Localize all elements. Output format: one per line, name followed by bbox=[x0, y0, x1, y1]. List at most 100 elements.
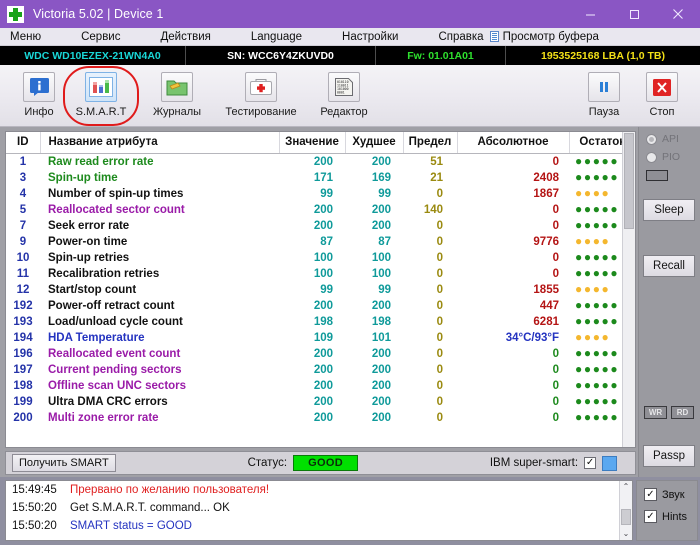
health-dots: ●●●●● bbox=[575, 410, 620, 424]
cell-id: 4 bbox=[19, 188, 27, 200]
table-row[interactable]: 4 Number of spin-up times 99 99 0 1867 ●●●● bbox=[6, 186, 635, 202]
wr-button[interactable]: WR bbox=[644, 406, 667, 419]
toolbar-button-editor[interactable]: 010110 110011 101000 0001 Редактор bbox=[310, 70, 378, 124]
cell-absolute: 0 bbox=[552, 380, 559, 392]
cell-attribute-name: Power-off retract count bbox=[48, 300, 175, 312]
table-row[interactable]: 9 Power-on time 87 87 0 9776 ●●●● bbox=[6, 234, 635, 250]
table-row[interactable]: 10 Spin-up retries 100 100 0 0 ●●●●● bbox=[6, 250, 635, 266]
smart-attributes-table: ID Название атрибута Значение Худшее Пре… bbox=[6, 132, 635, 426]
cell-limit: 0 bbox=[436, 348, 443, 360]
header-id[interactable]: ID bbox=[6, 132, 41, 154]
hints-checkbox[interactable]: ✓ bbox=[644, 510, 657, 523]
pio-radio-button[interactable] bbox=[646, 151, 657, 163]
header-name[interactable]: Название атрибута bbox=[40, 132, 280, 154]
log-scrollbar-thumb[interactable] bbox=[621, 509, 631, 525]
drive-info-bar: WDC WD10EZEX-21WN4A0 SN: WCC6Y4ZKUVD0 Fw… bbox=[0, 46, 700, 65]
toolbar-button-testing[interactable]: Тестирование bbox=[220, 70, 302, 124]
table-row[interactable]: 200 Multi zone error rate 200 200 0 0 ●●●●● bbox=[6, 410, 635, 426]
maximize-button[interactable] bbox=[612, 0, 656, 28]
table-row[interactable]: 5 Reallocated sector count 200 200 140 0 ●●●●● bbox=[6, 202, 635, 218]
log-scroll-down-icon[interactable]: ⌄ bbox=[623, 528, 630, 540]
cell-value: 200 bbox=[313, 348, 333, 360]
minimize-button[interactable] bbox=[568, 0, 612, 28]
close-button[interactable] bbox=[656, 0, 700, 28]
table-row[interactable]: 194 HDA Temperature 109 101 0 34°C/93°F ●●●● bbox=[6, 330, 635, 346]
window-title: Victoria 5.02 | Device 1 bbox=[33, 7, 164, 21]
cell-absolute: 0 bbox=[552, 364, 559, 376]
cell-limit: 0 bbox=[436, 332, 443, 344]
toolbar-label-stop: Стоп bbox=[649, 106, 675, 118]
menu-item-language[interactable]: Language bbox=[245, 31, 308, 43]
cell-attribute-name: Offline scan UNC sectors bbox=[48, 380, 187, 392]
table-row[interactable]: 12 Start/stop count 99 99 0 1855 ●●●● bbox=[6, 282, 635, 298]
cell-value: 99 bbox=[320, 188, 333, 200]
table-row[interactable]: 3 Spin-up time 171 169 21 2408 ●●●●● bbox=[6, 170, 635, 186]
recall-button[interactable]: Recall bbox=[643, 255, 695, 277]
buffer-view-button[interactable]: Просмотр буфера bbox=[489, 31, 607, 43]
cell-worst: 200 bbox=[371, 412, 391, 424]
cell-absolute: 0 bbox=[552, 396, 559, 408]
table-row[interactable]: 7 Seek error rate 200 200 0 0 ●●●●● bbox=[6, 218, 635, 234]
drive-capacity: 1953525168 LBA (1,0 TB) bbox=[541, 49, 665, 62]
cell-attribute-name: Seek error rate bbox=[48, 220, 130, 232]
table-row[interactable]: 193 Load/unload cycle count 198 198 0 6281 ●●●… bbox=[6, 314, 635, 330]
toolbar-button-logs[interactable]: Журналы bbox=[146, 70, 208, 124]
menu-item-help[interactable]: Справка bbox=[432, 31, 489, 43]
table-row[interactable]: 1 Raw read error rate 200 200 51 0 ●●●●● bbox=[6, 154, 635, 171]
cell-id: 7 bbox=[19, 220, 27, 232]
folder-pencil-icon bbox=[161, 72, 193, 102]
toolbar-button-smart[interactable]: S.M.A.R.T bbox=[63, 66, 139, 126]
header-absolute[interactable]: Абсолютное bbox=[457, 132, 570, 154]
hints-label: Hints bbox=[662, 510, 688, 523]
table-scrollbar[interactable] bbox=[622, 132, 635, 447]
log-message: Прервано по желанию пользователя! bbox=[70, 484, 270, 496]
menu-item-settings[interactable]: Настройки bbox=[336, 31, 404, 43]
header-value[interactable]: Значение bbox=[279, 132, 346, 154]
table-row[interactable]: 192 Power-off retract count 200 200 0 447 ●●●●… bbox=[6, 298, 635, 314]
log-scrollbar[interactable]: ⌃ ⌄ bbox=[619, 481, 632, 540]
cell-id: 1 bbox=[19, 156, 27, 168]
menu-item-actions[interactable]: Действия bbox=[154, 31, 216, 43]
hints-option-row[interactable]: ✓ Hints bbox=[644, 510, 697, 523]
sleep-button[interactable]: Sleep bbox=[643, 199, 695, 221]
green-cross-icon bbox=[7, 5, 24, 23]
cell-worst: 169 bbox=[371, 172, 391, 184]
sound-option-row[interactable]: ✓ Звук bbox=[644, 488, 697, 501]
toolbar-button-stop[interactable]: Стоп bbox=[634, 70, 690, 124]
get-smart-button[interactable]: Получить SMART bbox=[12, 454, 116, 472]
table-row[interactable]: 11 Recalibration retries 100 100 0 0 ●●●●● bbox=[6, 266, 635, 282]
cell-absolute: 0 bbox=[552, 268, 559, 280]
api-radio-button[interactable] bbox=[646, 133, 657, 145]
menu-item-menu[interactable]: Меню bbox=[4, 31, 47, 43]
buffer-list-icon bbox=[489, 31, 499, 42]
cell-attribute-name: Ultra DMA CRC errors bbox=[48, 396, 168, 408]
table-scrollbar-thumb[interactable] bbox=[624, 133, 634, 229]
table-row[interactable]: 197 Current pending sectors 200 200 0 0 ●●●●● bbox=[6, 362, 635, 378]
cell-value: 200 bbox=[313, 380, 333, 392]
sound-checkbox[interactable]: ✓ bbox=[644, 488, 657, 501]
health-dots: ●●●● bbox=[575, 330, 611, 344]
cell-limit: 0 bbox=[436, 364, 443, 376]
pause-icon bbox=[588, 72, 620, 102]
cell-limit: 0 bbox=[436, 252, 443, 264]
cell-attribute-name: Reallocated sector count bbox=[48, 204, 185, 216]
radio-option-pio[interactable]: PIO bbox=[643, 151, 695, 163]
cell-worst: 200 bbox=[371, 204, 391, 216]
toolbar-button-info[interactable]: Инфо bbox=[8, 70, 70, 124]
content-column: ID Название атрибута Значение Худшее Пре… bbox=[0, 127, 638, 477]
health-dots: ●●●●● bbox=[575, 170, 620, 184]
table-row[interactable]: 199 Ultra DMA CRC errors 200 200 0 0 ●●●●● bbox=[6, 394, 635, 410]
log-scroll-up-icon[interactable]: ⌃ bbox=[623, 481, 630, 493]
header-limit[interactable]: Предел bbox=[403, 132, 458, 154]
table-row[interactable]: 198 Offline scan UNC sectors 200 200 0 0 ●●●●● bbox=[6, 378, 635, 394]
log-output-box[interactable]: 15:49:45 Прервано по желанию пользователя… bbox=[5, 480, 633, 541]
header-worst[interactable]: Худшее bbox=[345, 132, 404, 154]
rd-button[interactable]: RD bbox=[671, 406, 694, 419]
radio-option-api[interactable]: API bbox=[643, 133, 695, 145]
ibm-super-smart-checkbox[interactable]: ✓ bbox=[584, 457, 597, 469]
toolbar-button-pause[interactable]: Пауза bbox=[576, 70, 632, 124]
passport-button[interactable]: Passp bbox=[643, 445, 695, 467]
menu-item-service[interactable]: Сервис bbox=[75, 31, 126, 43]
log-lines-container: 15:49:45 Прервано по желанию пользователя… bbox=[6, 481, 632, 535]
table-row[interactable]: 196 Reallocated event count 200 200 0 0 ●●●●● bbox=[6, 346, 635, 362]
